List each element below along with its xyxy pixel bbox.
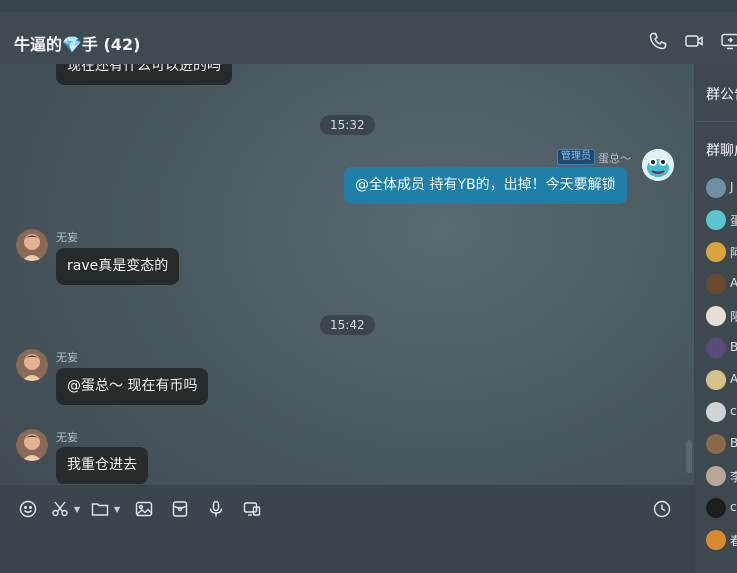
timestamp: 15:32 [320,115,375,135]
member-item[interactable]: c [706,402,737,422]
timestamp: 15:42 [320,315,375,335]
member-avatar [706,370,726,390]
message-bubble[interactable]: rave真是变态的 [56,248,180,285]
member-item[interactable]: 蛋 [706,210,737,230]
avatar[interactable] [16,429,48,461]
message-bubble[interactable]: @蛋总～ 现在有币吗 [56,368,209,405]
red-packet-icon[interactable] [171,500,189,518]
sender-name: 无妄 [56,431,78,444]
group-members-title: 群聊成员 [706,143,737,159]
member-avatar [706,338,726,358]
message-bubble-own[interactable]: @全体成员 持有YB的，出掉！今天要解锁 [344,167,627,204]
message-list[interactable]: 现在还有什么可以进的吗 15:32 管理员 蛋总～ @全体成员 持有YB的，出掉… [0,64,694,485]
member-avatar [706,498,726,518]
member-item[interactable]: 阿 [706,242,737,262]
admin-badge: 管理员 [557,149,595,165]
member-avatar [706,434,726,454]
scissors-icon[interactable] [51,500,69,518]
sender-name: 无妄 [56,231,78,244]
member-name: 阿 [730,246,737,260]
phone-icon[interactable] [648,31,668,51]
group-info-panel: 群公告 群聊成员 J 蛋阿 A 阳 B Ac B 李 c 春 [695,64,737,573]
member-avatar [706,210,726,230]
history-clock-icon[interactable] [653,500,671,518]
member-name: B [730,340,737,354]
member-name: 李 [730,470,737,484]
member-avatar [706,530,726,550]
member-avatar [706,306,726,326]
microphone-icon[interactable] [207,500,225,518]
member-name: c [730,404,737,418]
member-name: B [730,436,737,450]
message-bubble[interactable]: 现在还有什么可以进的吗 [56,64,232,85]
member-item[interactable]: A [706,274,737,294]
member-name: J [730,180,734,194]
screen-record-icon[interactable] [243,500,261,518]
emoji-icon[interactable] [19,500,37,518]
avatar[interactable] [16,229,48,261]
chevron-down-icon[interactable]: ▼ [74,505,80,514]
member-item[interactable]: B [706,338,737,358]
avatar[interactable] [642,149,674,181]
message-composer[interactable]: ▼ ▼ [0,485,694,573]
member-name: A [730,372,737,386]
member-item[interactable]: A [706,370,737,390]
message-bubble[interactable]: 我重仓进去 [56,447,148,484]
member-item[interactable]: J [706,178,737,198]
member-avatar [706,402,726,422]
panel-separator [695,121,737,122]
video-call-icon[interactable] [684,31,704,51]
member-name: 蛋 [730,214,737,228]
chat-title[interactable]: 牛逼的💎手 (42) [14,31,140,55]
message-scrollbar[interactable] [686,440,692,473]
member-name: c [730,500,737,514]
folder-icon[interactable] [91,500,109,518]
chevron-down-icon[interactable]: ▼ [114,505,120,514]
avatar[interactable] [16,349,48,381]
sender-name: 蛋总～ [598,152,631,165]
member-item[interactable]: 阳 [706,306,737,326]
member-avatar [706,466,726,486]
member-item[interactable]: B [706,434,737,454]
member-item[interactable]: c [706,498,737,518]
member-item[interactable]: 李 [706,466,737,486]
member-avatar [706,242,726,262]
member-avatar [706,178,726,198]
member-item[interactable]: 春 [706,530,737,550]
member-avatar [706,274,726,294]
image-icon[interactable] [135,500,153,518]
member-name: A [730,276,737,290]
screen-share-icon[interactable] [720,31,737,51]
member-name: 阳 [730,310,737,324]
window-top-strip [0,0,737,12]
member-name: 春 [730,534,737,548]
sender-name: 无妄 [56,351,78,364]
group-announcement-label[interactable]: 群公告 [706,84,737,104]
